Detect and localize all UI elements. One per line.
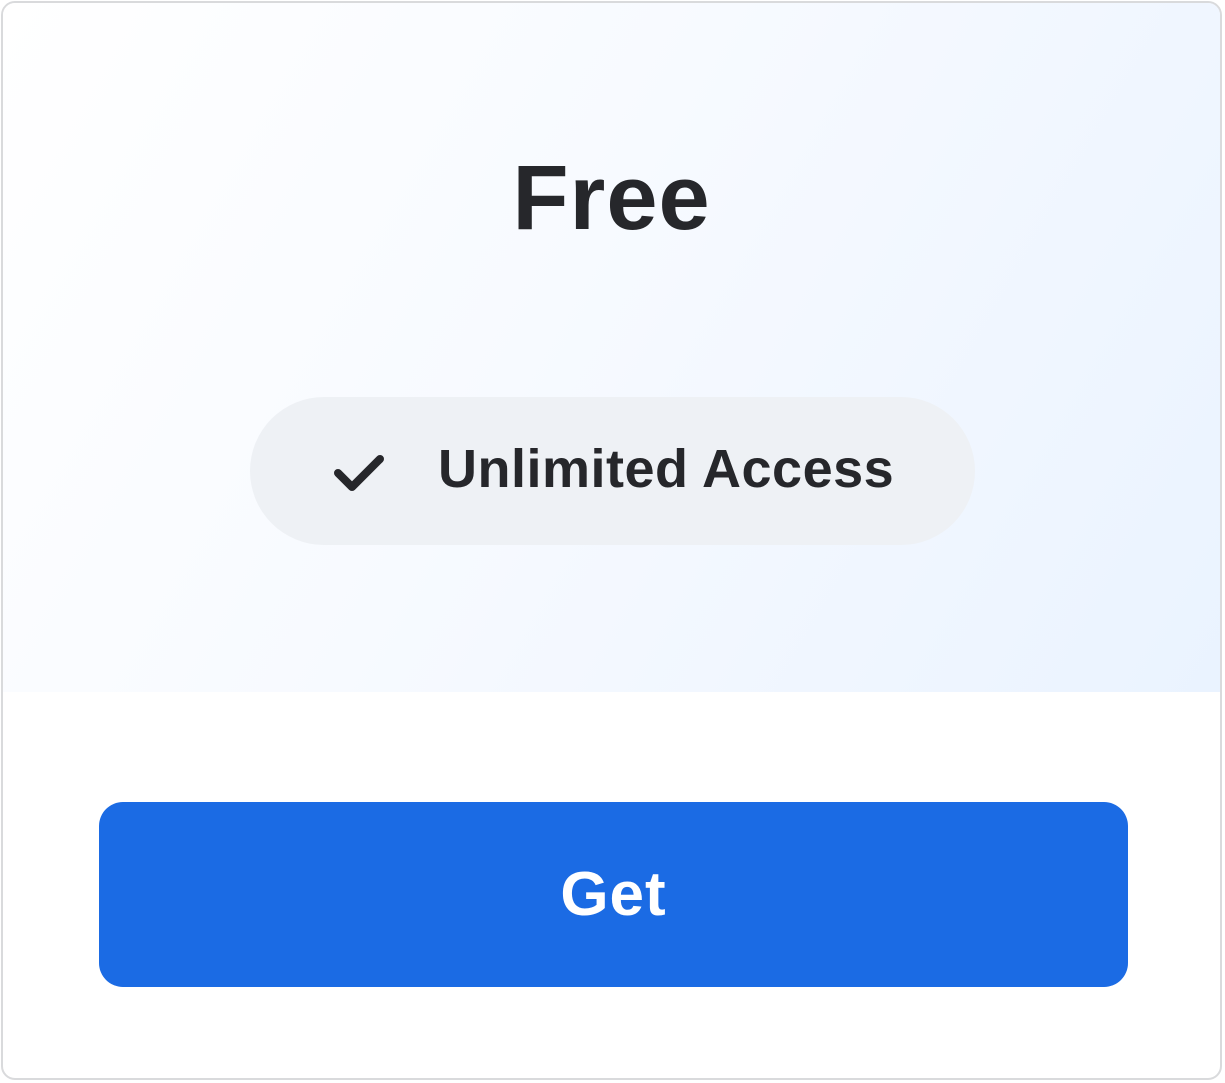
feature-label: Unlimited Access: [438, 439, 895, 499]
get-button[interactable]: Get: [99, 802, 1128, 987]
pricing-card-header: Free Unlimited Access: [3, 3, 1220, 692]
check-icon: [334, 455, 384, 491]
feature-item-unlimited-access: Unlimited Access: [250, 397, 975, 545]
plan-title: Free: [512, 147, 711, 249]
pricing-card: Free Unlimited Access Get: [1, 1, 1222, 1080]
